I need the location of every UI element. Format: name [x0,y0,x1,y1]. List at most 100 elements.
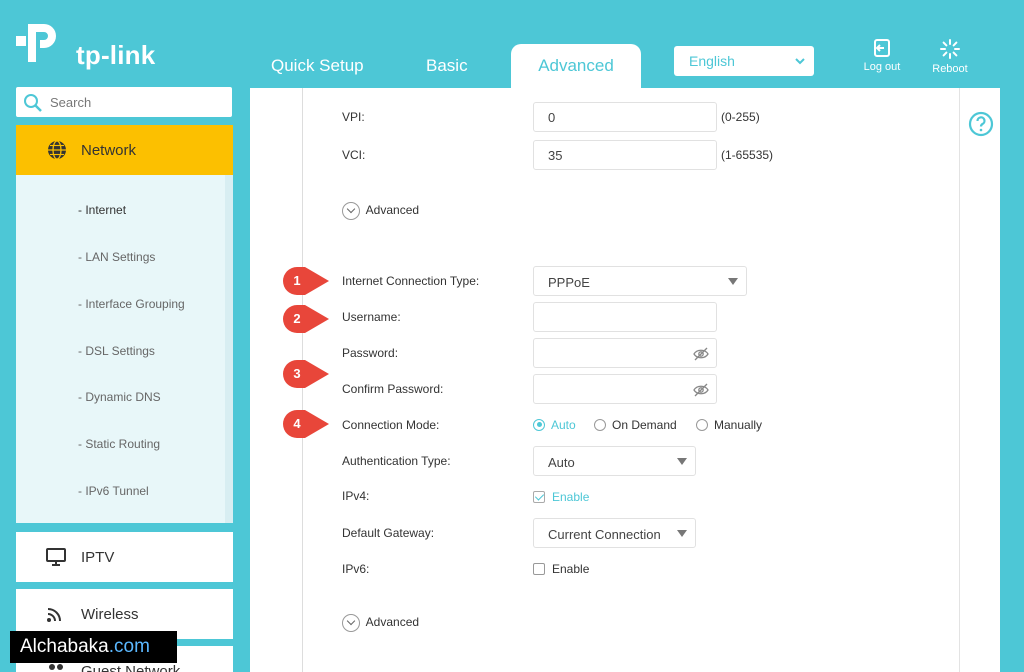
radio-auto-label: Auto [551,418,576,432]
auth-type-label: Authentication Type: [342,454,451,468]
caret-down-icon [677,458,687,465]
vci-range-hint: (1-65535) [721,148,774,162]
radio-dot [594,418,606,431]
sidebar-item-network[interactable]: Network [16,125,233,175]
watermark-badge: Alchabaka.com [10,631,177,663]
step-marker-2: 2 [283,305,331,333]
wifi-icon [47,608,61,622]
vci-label: VCI: [342,148,366,162]
sidebar-item-iptv[interactable]: IPTV [16,532,233,582]
submenu-item-ipv6-tunnel[interactable]: - IPv6 Tunnel [78,484,149,498]
submenu-item-dynamic-dns[interactable]: - Dynamic DNS [78,390,161,404]
step-marker-1: 1 [283,267,331,295]
sidebar-item-network-label: Network [81,142,137,159]
submenu-item-static-routing[interactable]: - Static Routing [78,437,160,451]
language-value: English [689,53,735,69]
vpi-input[interactable]: 0 [533,102,717,132]
ipv6-label: IPv6: [342,562,370,576]
vpi-value: 0 [548,110,556,125]
default-gateway-value: Current Connection [548,527,661,542]
username-input[interactable] [533,302,717,332]
radio-auto[interactable]: Auto [533,418,576,432]
tab-advanced-label: Advanced [538,56,614,75]
default-gateway-select[interactable]: Current Connection [533,518,696,548]
caret-down-icon [677,530,687,537]
help-icon[interactable] [968,111,994,137]
step-marker-4: 4 [283,410,331,438]
vci-input[interactable]: 35 [533,140,717,170]
logout-label: Log out [863,61,901,73]
step-marker-3: 3 [283,360,331,388]
submenu-scrollbar[interactable] [225,175,233,523]
radio-manually[interactable]: Manually [696,418,762,432]
eye-slash-icon[interactable] [693,383,709,397]
sidebar-item-guest-network-label: Guest Network [81,663,181,672]
radio-dot [696,418,708,431]
step-marker-number: 3 [293,366,301,381]
radio-dot [533,418,545,431]
advanced-toggle-label: Advanced [365,203,420,218]
default-gateway-label: Default Gateway: [342,526,435,540]
language-select[interactable]: English [674,46,814,76]
tab-basic[interactable]: Basic [426,56,468,76]
submenu-item-internet[interactable]: - Internet [78,203,126,217]
sidebar-item-wireless-label: Wireless [81,606,139,623]
connection-mode-label: Connection Mode: [342,418,440,432]
auth-type-select[interactable]: Auto [533,446,696,476]
advanced-toggle-ppp[interactable]: Advanced [342,614,419,632]
watermark-suffix: .com [108,636,150,657]
eye-slash-icon[interactable] [693,347,709,361]
chevron-down-circle-icon [342,202,360,220]
step-marker-number: 1 [293,273,301,288]
ipv4-enable-checkbox[interactable]: Enable [533,490,589,504]
confirm-password-label: Confirm Password: [342,382,444,396]
vpi-label: VPI: [342,110,365,124]
tab-quick-setup[interactable]: Quick Setup [271,56,364,76]
password-label: Password: [342,346,399,360]
submenu-item-interface-grouping[interactable]: - Interface Grouping [78,297,185,311]
logout-icon [874,39,890,57]
vci-value: 35 [548,148,563,163]
connection-type-label: Internet Connection Type: [342,274,480,288]
help-bar [960,88,1000,672]
search-placeholder: Search [50,95,92,110]
connection-type-select[interactable]: PPPoE [533,266,747,296]
auth-type-value: Auto [548,455,575,470]
reboot-icon [940,39,960,59]
advanced-toggle-label: Advanced [365,615,420,630]
watermark-text: Alchabaka [20,636,109,657]
chevron-down-circle-icon [342,614,360,632]
step-marker-number: 2 [293,311,301,326]
checkbox-unchecked-icon [533,562,545,575]
search-icon [24,94,42,112]
sidebar-item-iptv-label: IPTV [81,549,115,566]
brand-name: tp-link [76,40,156,70]
ipv6-enable-checkbox[interactable]: Enable [533,562,589,576]
reboot-button[interactable]: Reboot [925,38,975,75]
page-background-strip [1000,88,1024,672]
checkbox-checked-icon [533,490,545,503]
step-marker-number: 4 [293,416,301,431]
advanced-toggle-atm[interactable]: Advanced [342,202,419,220]
username-label: Username: [342,310,401,324]
ipv4-label: IPv4: [342,489,370,503]
tab-advanced[interactable]: Advanced [511,44,641,90]
vpi-range-hint: (0-255) [721,110,760,124]
logout-button[interactable]: Log out [857,38,907,73]
tp-link-logo-icon [16,24,56,62]
chevron-down-icon [795,58,805,65]
radio-on-demand-label: On Demand [612,418,677,432]
caret-down-icon [728,278,738,285]
password-input[interactable] [533,338,717,368]
connection-type-value: PPPoE [548,275,590,290]
submenu-item-dsl-settings[interactable]: - DSL Settings [78,344,155,358]
ipv4-enable-label: Enable [552,490,590,504]
confirm-password-input[interactable] [533,374,717,404]
monitor-icon [46,548,66,566]
reboot-label: Reboot [932,63,968,75]
globe-icon [48,140,66,160]
radio-on-demand[interactable]: On Demand [594,418,677,432]
submenu-item-lan-settings[interactable]: - LAN Settings [78,250,155,264]
search-input[interactable]: Search [16,87,232,117]
radio-manually-label: Manually [714,418,763,432]
